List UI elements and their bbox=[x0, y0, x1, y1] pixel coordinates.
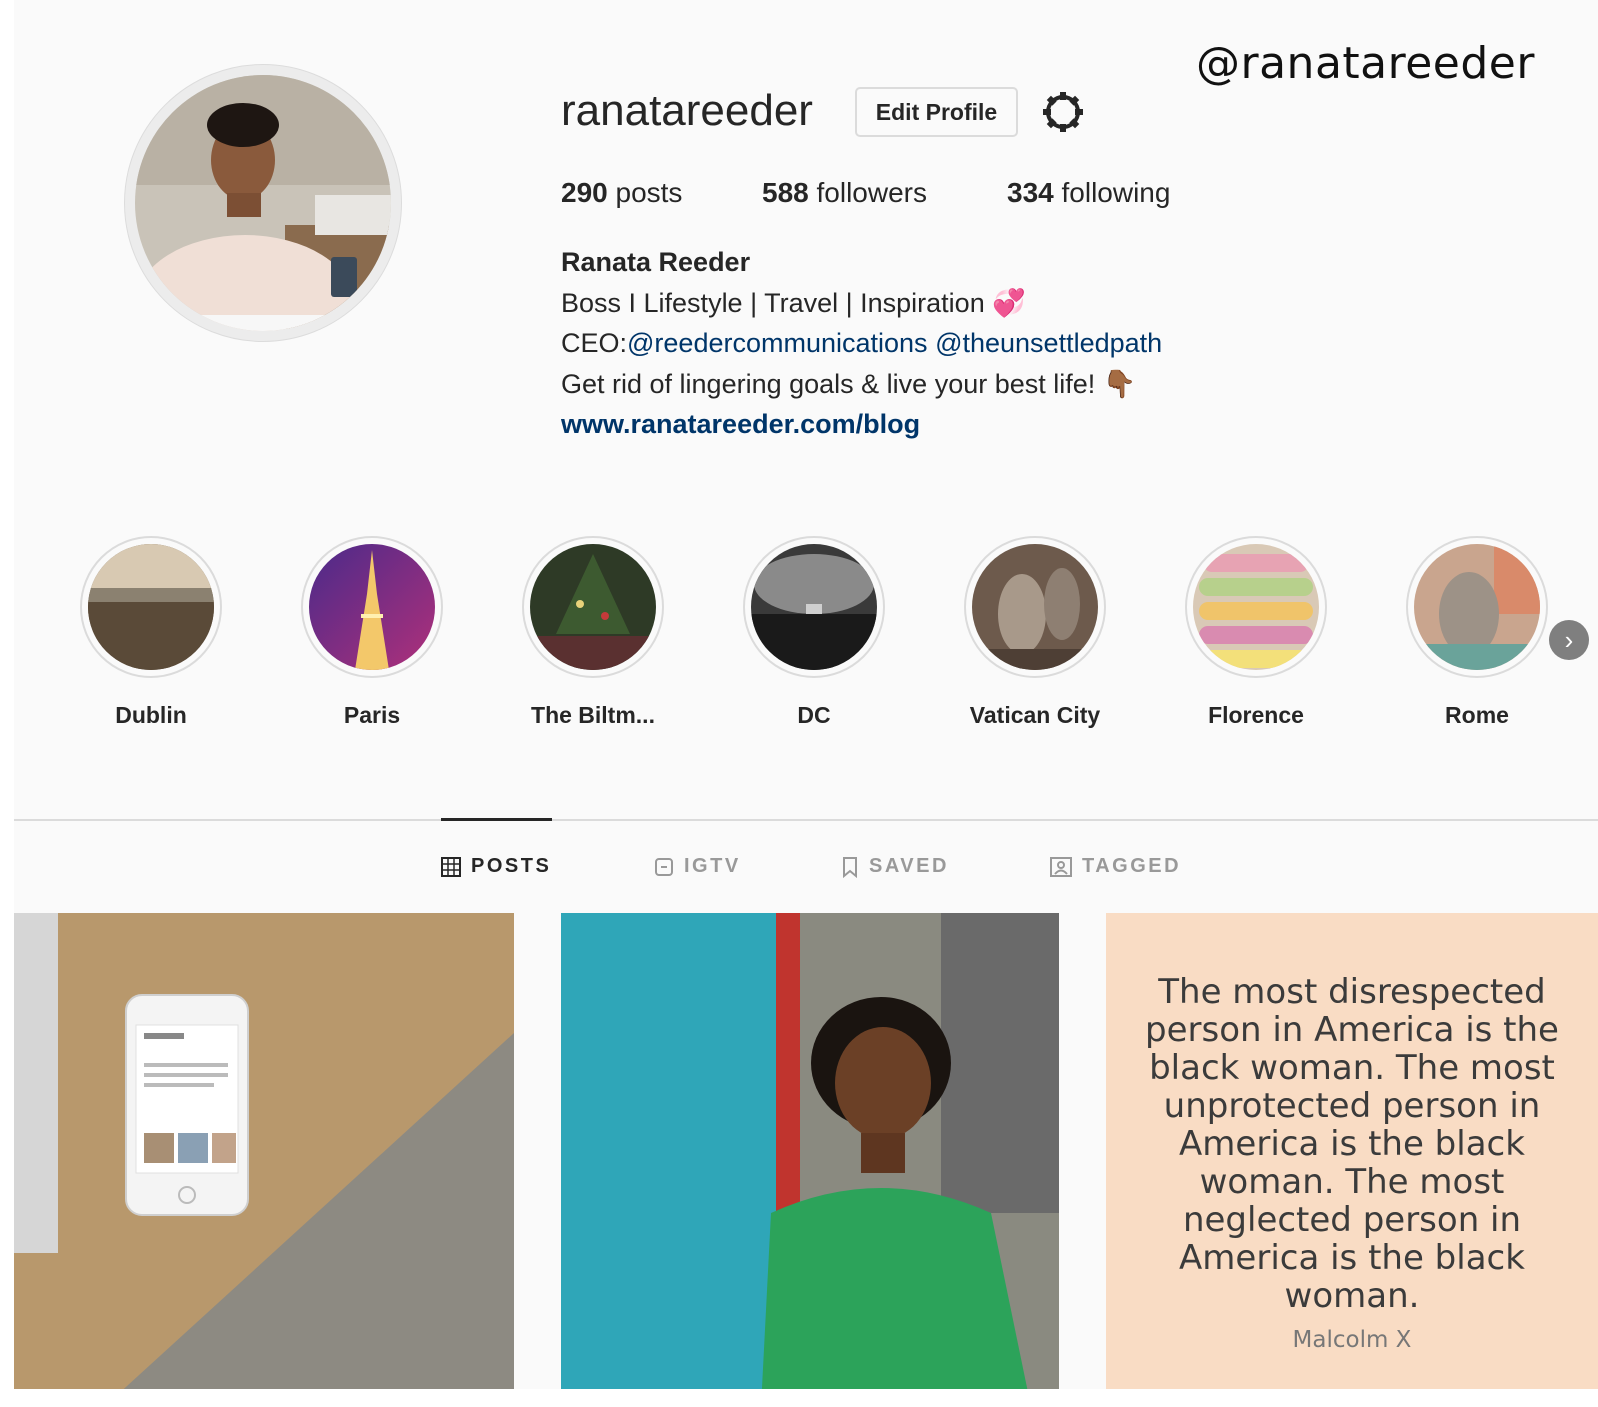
highlight-label: Vatican City bbox=[969, 702, 1101, 728]
bio-full-name: Ranata Reeder bbox=[561, 247, 751, 277]
following-link[interactable]: 334 following bbox=[1007, 177, 1170, 209]
followers-number: 588 bbox=[762, 177, 809, 208]
quote-author: Malcolm X bbox=[1292, 1327, 1412, 1353]
quote-line: neglected person in bbox=[1182, 1200, 1522, 1240]
highlight-paris[interactable]: Paris bbox=[297, 536, 447, 729]
highlight-rome[interactable]: Rome bbox=[1402, 536, 1552, 729]
tab-saved[interactable]: SAVED bbox=[841, 855, 949, 878]
highlight-label: Florence bbox=[1208, 702, 1304, 728]
posts-number: 290 bbox=[561, 177, 608, 208]
active-tab-indicator bbox=[441, 818, 552, 821]
mention-theunsettledpath[interactable]: @theunsettledpath bbox=[935, 328, 1162, 358]
edit-profile-button[interactable]: Edit Profile bbox=[855, 87, 1018, 137]
profile-username: ranatareeder bbox=[561, 86, 813, 135]
highlight-biltmore[interactable]: The Biltm... bbox=[518, 536, 668, 729]
quote-line: woman. bbox=[1284, 1276, 1420, 1316]
followers-label: followers bbox=[816, 177, 927, 208]
bio-motto: Get rid of lingering goals & live your b… bbox=[561, 369, 1096, 399]
highlight-dublin[interactable]: Dublin bbox=[76, 536, 226, 729]
quote-line: black woman. The most bbox=[1149, 1048, 1555, 1088]
highlight-dublin-image bbox=[88, 544, 214, 670]
avatar-photo bbox=[135, 75, 391, 331]
bio-tagline: Boss I Lifestyle | Travel | Inspiration bbox=[561, 288, 985, 318]
highlight-ring bbox=[743, 536, 885, 678]
following-number: 334 bbox=[1007, 177, 1054, 208]
highlight-biltmore-image bbox=[530, 544, 656, 670]
tab-posts-label: POSTS bbox=[471, 855, 552, 877]
quote-line: woman. The most bbox=[1199, 1162, 1505, 1202]
bio-line-3: Get rid of lingering goals & live your b… bbox=[561, 368, 1136, 400]
post-portrait-green-dress[interactable] bbox=[561, 913, 1059, 1407]
highlight-paris-image bbox=[309, 544, 435, 670]
watermark-handle: @ranatareeder bbox=[1196, 38, 1535, 89]
highlight-dc-image bbox=[751, 544, 877, 670]
page-bottom-edge bbox=[0, 1389, 1598, 1407]
tab-tagged[interactable]: TAGGED bbox=[1050, 855, 1181, 878]
quote-line: America is the black bbox=[1179, 1238, 1525, 1278]
highlight-ring bbox=[522, 536, 664, 678]
highlight-ring bbox=[1185, 536, 1327, 678]
posts-label: posts bbox=[615, 177, 683, 208]
page-edge bbox=[0, 0, 14, 1407]
hearts-emoji: 💞 bbox=[992, 288, 1026, 318]
avatar[interactable] bbox=[135, 75, 391, 331]
highlight-ring bbox=[301, 536, 443, 678]
tab-posts[interactable]: POSTS bbox=[441, 855, 551, 878]
highlight-ring bbox=[964, 536, 1106, 678]
highlight-label: The Biltm... bbox=[531, 702, 655, 728]
chevron-right-icon[interactable]: › bbox=[1549, 620, 1589, 660]
tv-icon bbox=[655, 857, 673, 876]
quote-line: person in America is the bbox=[1145, 1010, 1559, 1050]
post-phone-image bbox=[14, 913, 514, 1407]
tab-igtv[interactable]: IGTV bbox=[654, 855, 741, 878]
posts-count: 290 posts bbox=[561, 177, 682, 209]
post-malcolm-x-quote[interactable]: The most disrespected person in America … bbox=[1106, 913, 1598, 1407]
highlight-ring bbox=[80, 536, 222, 678]
tab-saved-label: SAVED bbox=[869, 855, 949, 877]
quote-line: unprotected person in bbox=[1163, 1086, 1541, 1126]
highlight-dc[interactable]: DC bbox=[739, 536, 889, 729]
bio-line-2: CEO:@reedercommunications @theunsettledp… bbox=[561, 328, 1162, 359]
pointing-down-emoji: 👇🏾 bbox=[1102, 369, 1137, 399]
highlight-label: DC bbox=[797, 702, 831, 728]
bio-line-1: Boss I Lifestyle | Travel | Inspiration … bbox=[561, 287, 1026, 319]
highlight-vatican-city[interactable]: Vatican City bbox=[960, 536, 1110, 729]
highlight-label: Dublin bbox=[115, 702, 187, 728]
bio-website-link[interactable]: www.ranatareeder.com/blog bbox=[561, 409, 920, 440]
highlight-florence-image bbox=[1193, 544, 1319, 670]
quote-line: The most disrespected bbox=[1158, 972, 1546, 1012]
mention-reedercommunications[interactable]: @reedercommunications bbox=[627, 328, 928, 358]
post-phone-on-table[interactable] bbox=[14, 913, 514, 1407]
bio-ceo-prefix: CEO: bbox=[561, 328, 628, 358]
highlight-rome-image bbox=[1414, 544, 1540, 670]
following-label: following bbox=[1061, 177, 1171, 208]
quote-text: The most disrespected person in America … bbox=[1106, 973, 1598, 1315]
tag-icon bbox=[1050, 856, 1072, 877]
highlight-vatican-city-image bbox=[972, 544, 1098, 670]
post-portrait-image bbox=[561, 913, 1059, 1407]
tab-tagged-label: TAGGED bbox=[1082, 855, 1182, 877]
highlight-label: Paris bbox=[343, 702, 401, 728]
highlight-florence[interactable]: Florence bbox=[1181, 536, 1331, 729]
highlight-ring bbox=[1406, 536, 1548, 678]
bookmark-icon bbox=[843, 856, 857, 878]
quote-line: America is the black bbox=[1179, 1124, 1525, 1164]
followers-link[interactable]: 588 followers bbox=[762, 177, 927, 209]
tab-igtv-label: IGTV bbox=[684, 855, 741, 877]
tabs-divider bbox=[14, 819, 1598, 821]
highlight-label: Rome bbox=[1445, 702, 1509, 728]
settings-gear-icon[interactable] bbox=[1041, 90, 1085, 134]
grid-icon bbox=[441, 856, 461, 877]
